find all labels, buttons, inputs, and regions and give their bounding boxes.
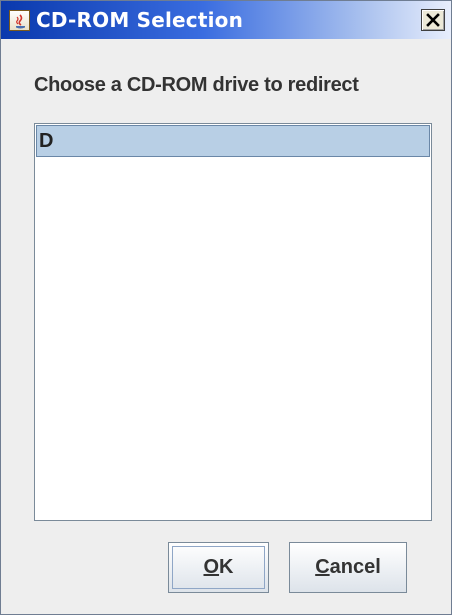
- cdrom-selection-dialog: CD-ROM Selection Choose a CD-ROM drive t…: [0, 0, 452, 615]
- close-icon[interactable]: [421, 9, 445, 31]
- java-cup-icon: [9, 10, 30, 31]
- window-title: CD-ROM Selection: [36, 8, 244, 32]
- cancel-button[interactable]: Cancel: [289, 542, 407, 593]
- title-bar[interactable]: CD-ROM Selection: [1, 1, 451, 39]
- ok-mnemonic: O: [203, 556, 220, 578]
- ok-button[interactable]: OK: [168, 542, 269, 593]
- cancel-mnemonic: C: [315, 556, 330, 578]
- ok-label-rest: K: [219, 556, 234, 578]
- drive-list[interactable]: D: [34, 123, 432, 521]
- list-item[interactable]: D: [36, 125, 430, 157]
- cancel-label-rest: ancel: [329, 556, 381, 578]
- instruction-label: Choose a CD-ROM drive to redirect: [34, 74, 359, 96]
